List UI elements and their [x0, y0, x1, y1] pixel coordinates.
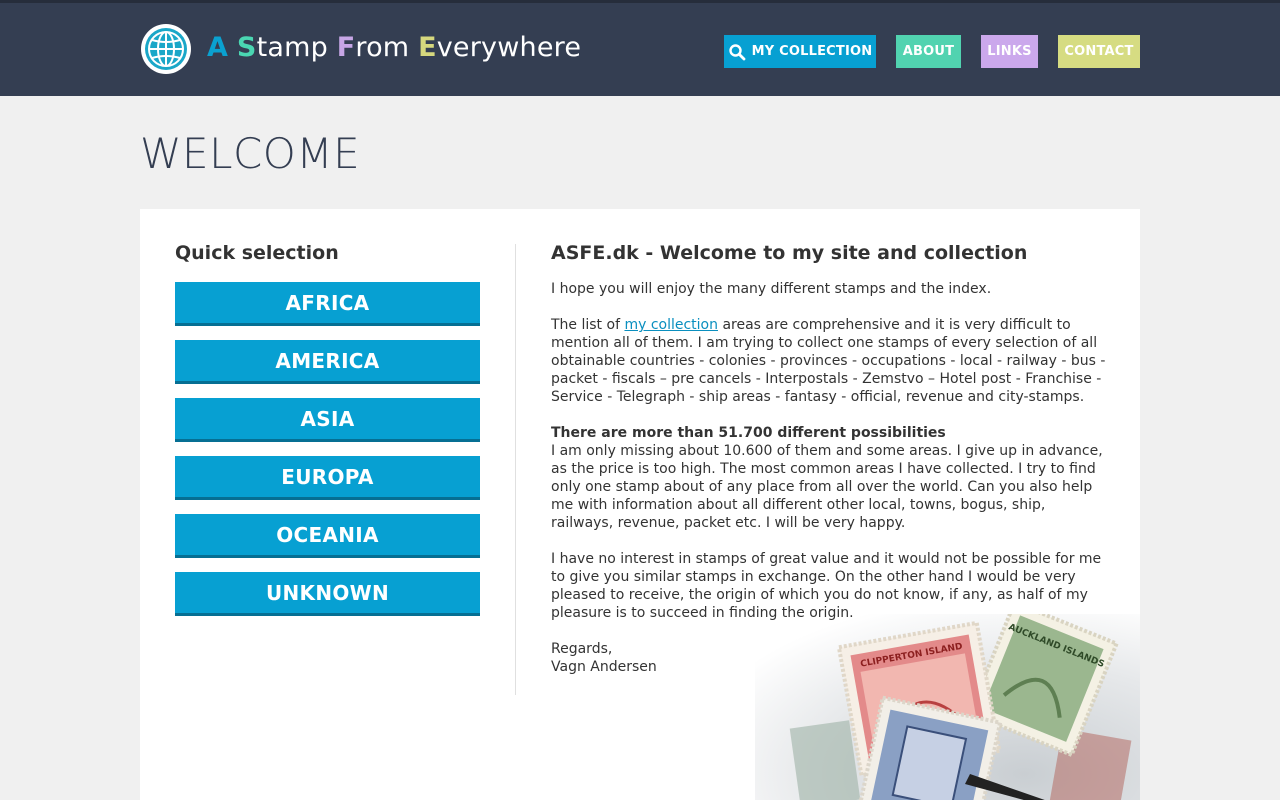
article-signature: Vagn Andersen: [551, 659, 657, 675]
region-button-asia[interactable]: ASIA: [175, 398, 480, 442]
region-button-europa[interactable]: EUROPA: [175, 456, 480, 500]
logo-text-part: E: [418, 32, 437, 63]
nav-contact-button[interactable]: CONTACT: [1058, 35, 1140, 68]
site-logo-text[interactable]: A Stamp From Everywhere: [207, 32, 581, 63]
nav-links-button[interactable]: LINKS: [981, 35, 1038, 68]
region-button-label: AMERICA: [275, 348, 380, 373]
page-title: WELCOME: [140, 129, 361, 178]
region-button-africa[interactable]: AFRICA: [175, 282, 480, 326]
region-button-america[interactable]: AMERICA: [175, 340, 480, 384]
text-span: I am only missing about 10.600 of them a…: [551, 443, 1103, 531]
nav-my-collection-label: MY COLLECTION: [751, 44, 873, 59]
nav-my-collection-button[interactable]: MY COLLECTION: [724, 35, 876, 68]
logo-text-part: tamp: [256, 32, 337, 63]
welcome-article: ASFE.dk - Welcome to my site and collect…: [551, 242, 1111, 676]
region-button-label: OCEANIA: [276, 522, 379, 547]
nav-about-button[interactable]: ABOUT: [896, 35, 961, 68]
my-collection-link[interactable]: my collection: [624, 317, 718, 333]
content-card: Quick selection AFRICA AMERICA ASIA EURO…: [140, 209, 1140, 800]
article-regards: Regards,: [551, 641, 613, 657]
logo-text-part: [228, 32, 237, 63]
logo-text-part: verywhere: [436, 32, 582, 63]
article-paragraph: There are more than 51.700 different pos…: [551, 424, 1111, 532]
region-button-label: EUROPA: [281, 464, 374, 489]
logo-text-part: F: [336, 32, 356, 63]
article-paragraph: I have no interest in stamps of great va…: [551, 551, 1102, 621]
search-icon: [728, 43, 746, 60]
article-paragraph: I hope you will enjoy the many different…: [551, 281, 992, 297]
article-heading: ASFE.dk - Welcome to my site and collect…: [551, 242, 1028, 264]
logo-text-part: A: [207, 32, 229, 63]
text-span: The list of: [551, 317, 625, 333]
nav-contact-label: CONTACT: [1064, 44, 1134, 59]
column-divider: [515, 244, 516, 695]
region-button-label: UNKNOWN: [265, 580, 390, 605]
quick-selection-title: Quick selection: [175, 242, 339, 264]
nav-about-label: ABOUT: [902, 44, 955, 59]
region-button-label: AFRICA: [285, 290, 370, 315]
article-paragraph: The list of my collection areas are comp…: [551, 316, 1111, 406]
article-highlight: There are more than 51.700 different pos…: [551, 425, 946, 441]
region-button-unknown[interactable]: UNKNOWN: [175, 572, 480, 616]
site-header: A Stamp From Everywhere MY COLLECTION AB…: [0, 0, 1280, 96]
logo-text-part: rom: [355, 32, 419, 63]
logo-text-part: S: [236, 32, 257, 63]
region-button-oceania[interactable]: OCEANIA: [175, 514, 480, 558]
region-button-label: ASIA: [300, 406, 355, 431]
nav-links-label: LINKS: [987, 44, 1032, 59]
globe-logo-icon[interactable]: [140, 23, 192, 75]
